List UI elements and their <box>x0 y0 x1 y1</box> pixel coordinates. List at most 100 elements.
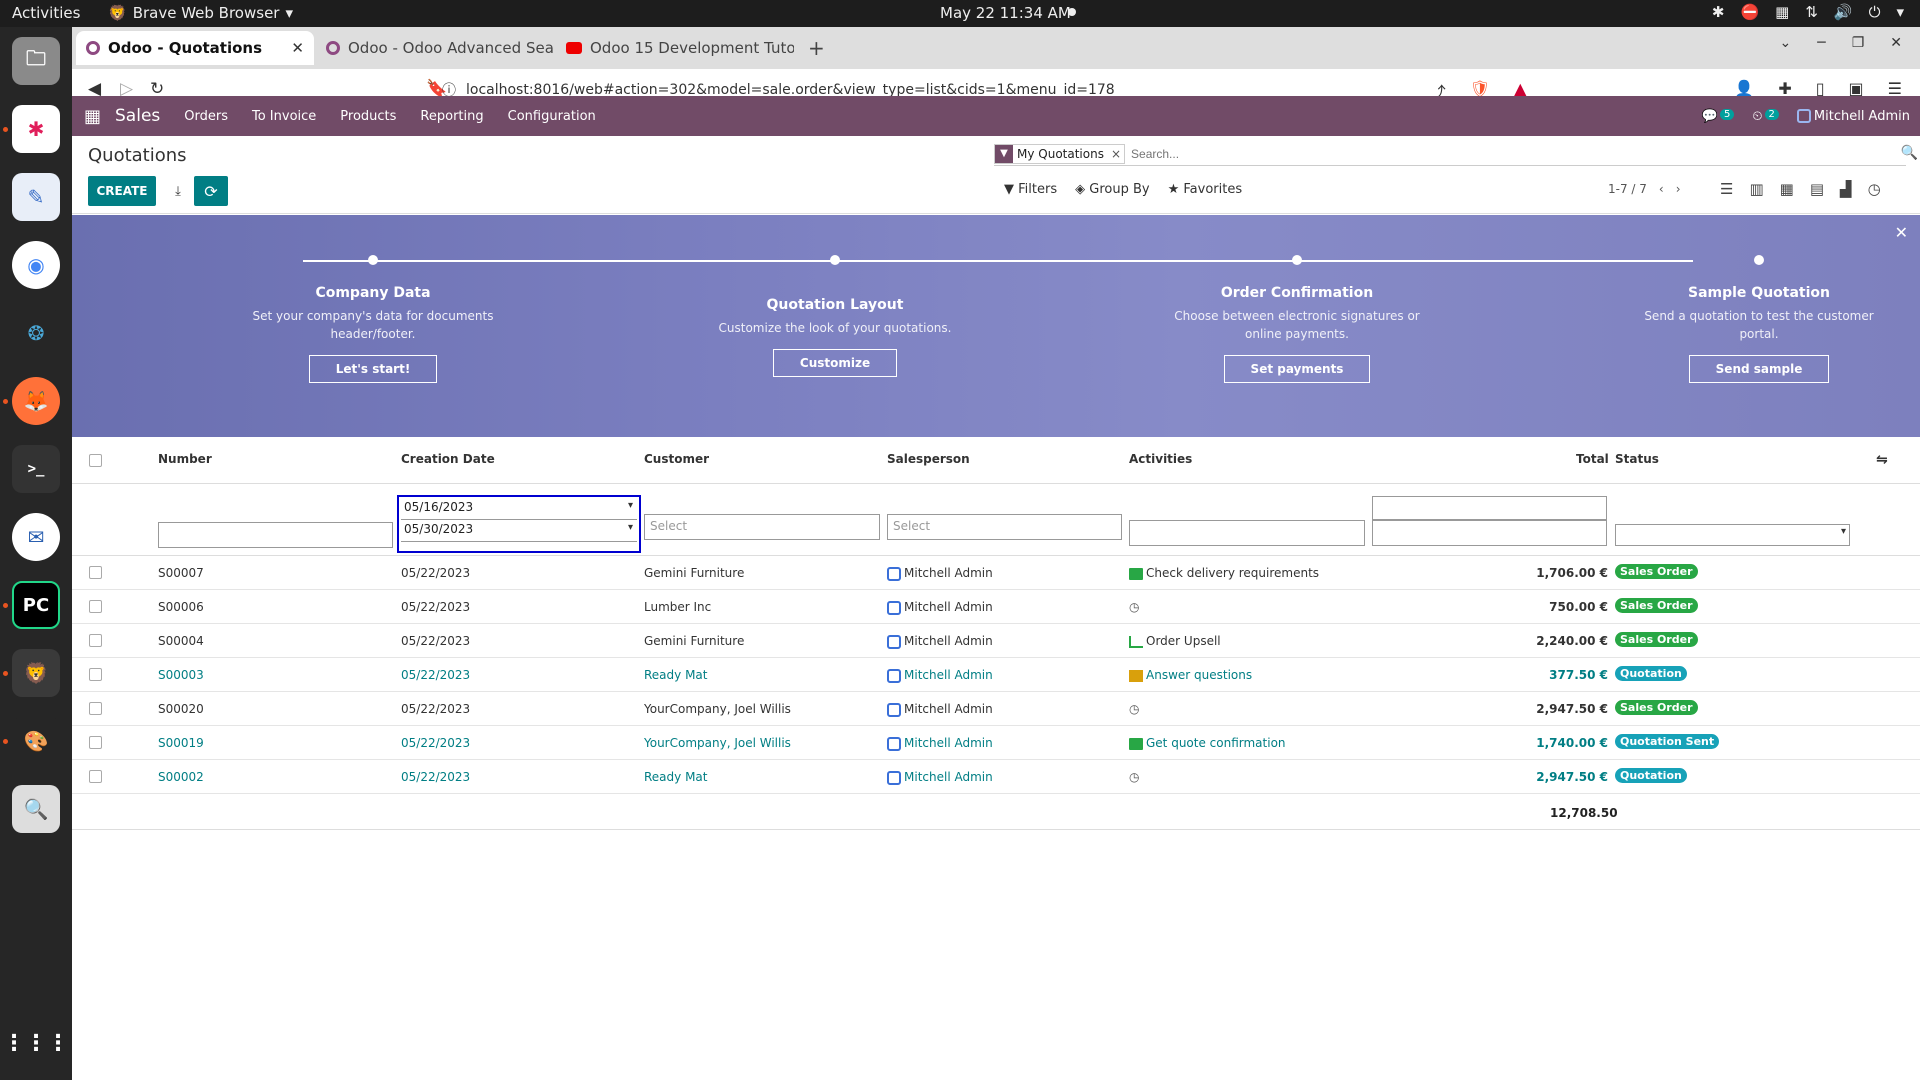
previous-icon[interactable]: ‹ <box>1659 182 1664 196</box>
network-icon[interactable]: ⇅ <box>1805 3 1818 21</box>
maximize-icon[interactable]: ❐ <box>1852 35 1865 51</box>
search-tool-icon[interactable]: 🔍 <box>12 785 60 833</box>
activities-button[interactable]: ⏲ 2 <box>1752 108 1779 124</box>
favorites-button[interactable]: ★ Favorites <box>1168 182 1243 197</box>
volume-icon[interactable]: 🔊 <box>1834 3 1853 21</box>
menu-reporting[interactable]: Reporting <box>420 109 483 124</box>
number-filter-input[interactable] <box>158 522 393 548</box>
col-number[interactable]: Number <box>158 452 212 466</box>
table-row[interactable]: S00020 05/22/2023 YourCompany, Joel Willis… <box>72 692 1920 726</box>
display-icon[interactable]: ▦ <box>1775 3 1789 21</box>
menu-orders[interactable]: Orders <box>184 109 228 124</box>
clock-icon[interactable]: ◷ <box>1129 770 1139 784</box>
power-icon[interactable]: ⏻ <box>1869 3 1881 21</box>
app-swirl-icon[interactable]: ❂ <box>12 309 60 357</box>
row-checkbox[interactable] <box>89 566 102 579</box>
search-input[interactable] <box>1131 146 1906 161</box>
customize-button[interactable]: Customize <box>772 349 898 377</box>
col-total[interactable]: Total <box>1576 452 1609 466</box>
date-from-input[interactable]: 05/16/2023 ▾ <box>401 498 637 520</box>
dnd-icon[interactable]: ⛔ <box>1740 3 1759 21</box>
menu-products[interactable]: Products <box>340 109 396 124</box>
lets-start-button[interactable]: Let's start! <box>308 355 438 383</box>
thunderbird-icon[interactable]: ✉ <box>12 513 60 561</box>
menu-configuration[interactable]: Configuration <box>508 109 596 124</box>
graph-view-icon[interactable]: ▟ <box>1840 180 1852 198</box>
col-salesperson[interactable]: Salesperson <box>887 452 970 466</box>
activities-button[interactable]: Activities <box>12 4 80 22</box>
kanban-view-icon[interactable]: ▥ <box>1749 180 1763 198</box>
customer-filter-select[interactable]: Select <box>644 514 880 540</box>
chevron-down-icon[interactable]: ▾ <box>628 522 633 533</box>
chevron-down-icon[interactable]: ▾ <box>628 500 633 511</box>
clock-icon[interactable]: ◷ <box>1129 600 1139 614</box>
new-tab-button[interactable]: + <box>798 31 835 65</box>
clock-icon[interactable]: ◷ <box>1129 702 1139 716</box>
col-creation-date[interactable]: Creation Date <box>401 452 495 466</box>
pycharm-icon[interactable]: PC <box>12 581 60 629</box>
salesperson-filter-select[interactable]: Select <box>887 514 1122 540</box>
activity-view-icon[interactable]: ◷ <box>1868 180 1881 198</box>
row-checkbox[interactable] <box>89 770 102 783</box>
select-all-checkbox[interactable] <box>89 454 102 467</box>
chrome-icon[interactable]: ◉ <box>12 241 60 289</box>
set-payments-button[interactable]: Set payments <box>1223 355 1371 383</box>
row-checkbox[interactable] <box>89 600 102 613</box>
row-checkbox[interactable] <box>89 634 102 647</box>
close-window-icon[interactable]: ✕ <box>1890 35 1902 51</box>
files-icon[interactable]: 🗀 <box>12 37 60 85</box>
terminal-icon[interactable]: >_ <box>12 445 60 493</box>
messages-button[interactable]: 💬 5 <box>1702 108 1735 124</box>
filters-button[interactable]: ▼ Filters <box>1004 182 1057 197</box>
table-row[interactable]: S00003 05/22/2023 Ready Mat Mitchell Admin A… <box>72 658 1920 692</box>
show-apps-icon[interactable]: ⋮⋮⋮ <box>3 1019 69 1067</box>
total-min-input[interactable] <box>1372 496 1607 520</box>
row-checkbox[interactable] <box>89 736 102 749</box>
tab-odoo-dev-tutorial[interactable]: Odoo 15 Development Tutori <box>556 31 794 65</box>
refresh-icon[interactable]: ⟳ <box>194 176 228 206</box>
create-button[interactable]: CREATE <box>88 176 156 206</box>
envelope-icon[interactable] <box>1129 669 1143 682</box>
todo-list-icon[interactable] <box>1129 567 1143 580</box>
table-row[interactable]: S00006 05/22/2023 Lumber Inc Mitchell Admin… <box>72 590 1920 624</box>
chevron-down-icon[interactable]: ▾ <box>1896 3 1904 21</box>
pager-value[interactable]: 1-7 / 7 <box>1608 182 1647 196</box>
group-by-button[interactable]: ◈ Group By <box>1075 182 1149 197</box>
close-icon[interactable]: ✕ <box>1895 223 1908 242</box>
status-filter-select[interactable]: ▾ <box>1615 524 1850 546</box>
table-row[interactable]: S00019 05/22/2023 YourCompany, Joel Willis… <box>72 726 1920 760</box>
upsell-chart-icon[interactable] <box>1129 635 1143 648</box>
tab-odoo-quotations[interactable]: Odoo - Quotations ✕ <box>76 31 314 65</box>
date-to-input[interactable]: 05/30/2023 ▾ <box>401 520 637 542</box>
tab-list-icon[interactable]: ⌄ <box>1780 35 1792 51</box>
col-activities[interactable]: Activities <box>1129 452 1192 466</box>
brave-dock-icon[interactable]: 🦁 <box>12 649 60 697</box>
tab-odoo-advanced-search[interactable]: Odoo - Odoo Advanced Searc <box>316 31 554 65</box>
firefox-icon[interactable]: 🦊 <box>12 377 60 425</box>
paint-icon[interactable]: 🎨 <box>12 717 60 765</box>
app-name-sales[interactable]: Sales <box>115 106 160 126</box>
send-sample-button[interactable]: Send sample <box>1688 355 1830 383</box>
user-menu[interactable]: Mitchell Admin <box>1796 109 1910 124</box>
menu-to-invoice[interactable]: To Invoice <box>252 109 316 124</box>
table-row[interactable]: S00007 05/22/2023 Gemini Furniture Mitchell… <box>72 556 1920 590</box>
row-checkbox[interactable] <box>89 702 102 715</box>
todo-list-icon[interactable] <box>1129 737 1143 750</box>
list-view-icon[interactable]: ☰ <box>1720 180 1733 198</box>
download-icon[interactable]: ⤓ <box>164 176 192 206</box>
app-grid-icon[interactable]: ▦ <box>84 106 101 127</box>
remove-facet-icon[interactable]: × <box>1108 147 1124 161</box>
optional-columns-icon[interactable]: ⇋ <box>1876 452 1888 468</box>
pivot-view-icon[interactable]: ▤ <box>1810 180 1824 198</box>
system-tray[interactable]: ✱ ⛔ ▦ ⇅ 🔊 ⏻ ▾ <box>1712 3 1904 21</box>
col-status[interactable]: Status <box>1615 452 1659 466</box>
text-editor-icon[interactable]: ✎ <box>12 173 60 221</box>
col-customer[interactable]: Customer <box>644 452 709 466</box>
row-checkbox[interactable] <box>89 668 102 681</box>
activities-filter-input[interactable] <box>1129 520 1365 546</box>
search-icon[interactable]: 🔍 <box>1901 145 1918 161</box>
browser-app-menu[interactable]: 🦁 Brave Web Browser ▾ <box>108 4 293 22</box>
slack-tray-icon[interactable]: ✱ <box>1712 3 1725 21</box>
slack-icon[interactable]: ✱ <box>12 105 60 153</box>
close-icon[interactable]: ✕ <box>291 39 304 57</box>
